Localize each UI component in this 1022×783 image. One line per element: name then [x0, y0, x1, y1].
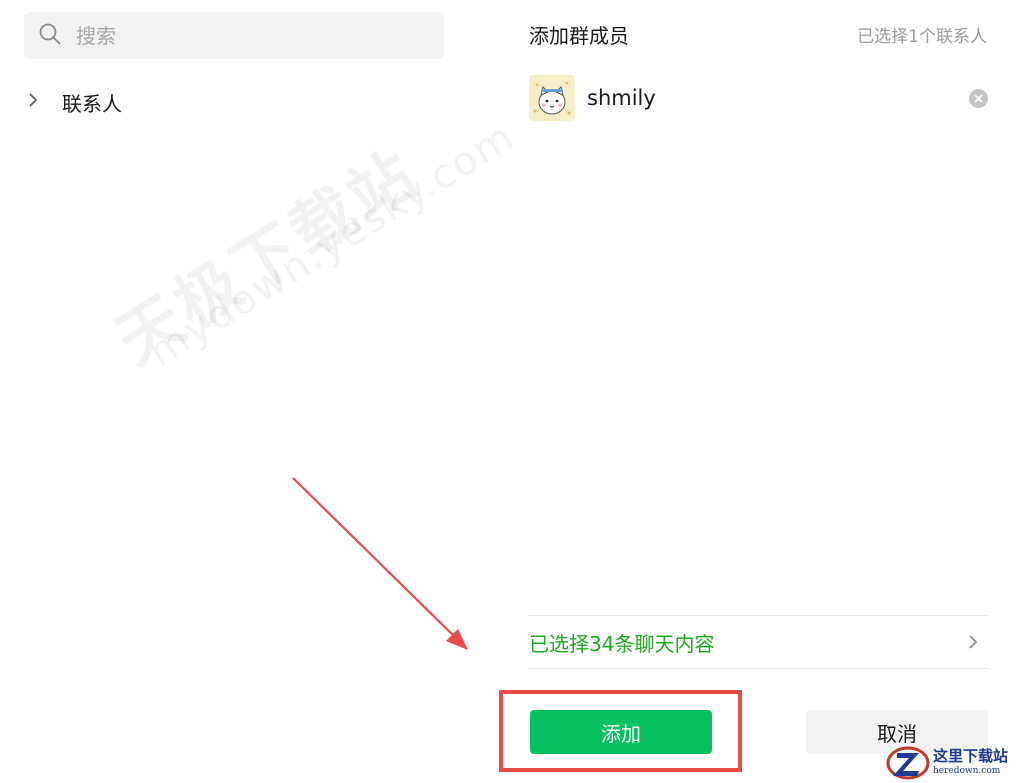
contacts-group-label: 联系人 [62, 91, 122, 116]
avatar [529, 75, 575, 121]
chevron-right-icon [24, 91, 42, 113]
divider [529, 668, 988, 669]
watermark: 天极下载站 mydown.yesky.com [104, 100, 535, 379]
logo-text-en: heredown.com [933, 765, 1001, 776]
close-circle-icon [974, 93, 983, 103]
remove-member-button[interactable] [969, 88, 988, 108]
watermark-url: mydown.yesky.com [140, 113, 524, 377]
search-input[interactable] [74, 22, 418, 49]
chat-selection-label: 已选择34条聊天内容 [529, 631, 715, 656]
member-name: shmily [587, 86, 656, 110]
add-button[interactable]: 添加 [530, 710, 712, 754]
site-logo: 这里下载站 heredown.com [885, 743, 1019, 781]
panel-title: 添加群成员 [529, 24, 629, 48]
search-icon [38, 22, 62, 50]
selected-count: 已选择1个联系人 [857, 27, 987, 47]
search-box[interactable] [24, 12, 444, 59]
contacts-group[interactable]: 联系人 [24, 84, 324, 120]
watermark-title: 天极下载站 [104, 136, 432, 380]
z-logo-icon [886, 746, 930, 780]
chat-selection-row[interactable]: 已选择34条聊天内容 [529, 616, 988, 668]
cartoon-cat-avatar [529, 75, 575, 121]
member-row: shmily [529, 75, 988, 121]
chevron-right-icon [969, 635, 978, 649]
logo-text-cn: 这里下载站 [933, 746, 1009, 765]
